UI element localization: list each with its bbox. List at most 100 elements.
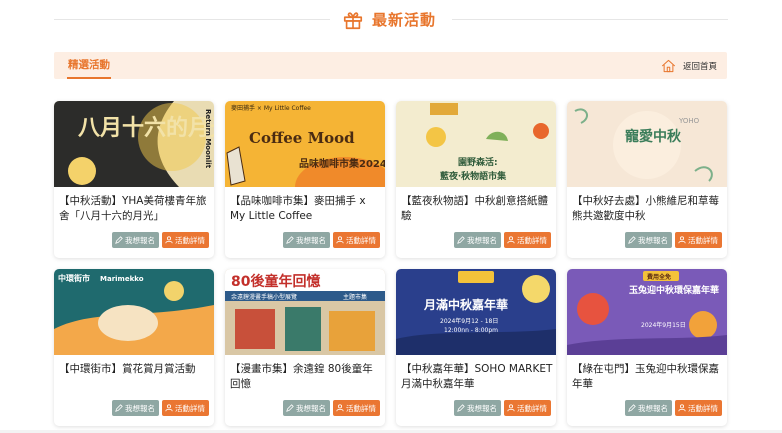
edit-icon: [115, 236, 123, 244]
user-icon: [165, 404, 173, 412]
details-button[interactable]: 活動詳情: [504, 232, 551, 248]
event-image: 園野森活: 藍夜‧秋物語市集: [396, 101, 556, 187]
details-button[interactable]: 活動詳情: [162, 400, 209, 416]
details-button-label: 活動詳情: [175, 235, 205, 245]
user-icon: [678, 404, 686, 412]
user-icon: [336, 404, 344, 412]
event-image-badge: 費用全免: [647, 273, 671, 281]
event-image: 月滿中秋嘉年華 2024年9月12 - 18日 12:00nn - 8:00pm: [396, 269, 556, 355]
event-title[interactable]: 【中秋好去處】小熊維尼和草莓熊共邀歡度中秋: [572, 194, 724, 224]
event-image-title: 八月十六的月光: [78, 115, 214, 141]
event-card[interactable]: 費用全免 玉兔迎中秋環保嘉年華 2024年9月15日 【綠在屯門】玉兔迎中秋環保…: [567, 269, 727, 426]
home-icon: [661, 59, 676, 72]
details-button-label: 活動詳情: [175, 403, 205, 413]
details-button[interactable]: 活動詳情: [162, 232, 209, 248]
event-title[interactable]: 【中秋嘉年華】SOHO MARKET月滿中秋嘉年華: [401, 362, 553, 392]
event-title[interactable]: 【藍夜秋物語】中秋創意搭紙體驗: [401, 194, 553, 224]
gift-icon: [343, 12, 363, 30]
edit-icon: [628, 236, 636, 244]
register-button-label: 我想報名: [467, 403, 497, 413]
register-button-label: 我想報名: [296, 235, 326, 245]
event-image-date: 2024年9月12 - 18日: [440, 317, 498, 325]
event-image-title: 月滿中秋嘉年華: [423, 297, 508, 312]
register-button[interactable]: 我想報名: [283, 232, 330, 248]
register-button[interactable]: 我想報名: [454, 232, 501, 248]
event-image-title: 80後童年回憶: [231, 273, 320, 290]
details-button-label: 活動詳情: [346, 403, 376, 413]
register-button-label: 我想報名: [296, 403, 326, 413]
register-button[interactable]: 我想報名: [454, 400, 501, 416]
event-card[interactable]: 八月十六的月光 Return Moonlit 【中秋活動】YHA美荷樓青年旅舍「…: [54, 101, 214, 258]
event-image-subtitle: 麥田捕手 × My Little Coffee: [231, 104, 311, 112]
event-image-subtitle: 藍夜‧秋物語市集: [440, 170, 507, 182]
event-image: 費用全免 玉兔迎中秋環保嘉年華 2024年9月15日: [567, 269, 727, 355]
event-card[interactable]: 寵愛中秋 YOHO 【中秋好去處】小熊維尼和草莓熊共邀歡度中秋 我想報名 活動詳…: [567, 101, 727, 258]
event-image-subtitle: Return Moonlit: [204, 109, 212, 169]
event-card[interactable]: 中環街市 Marimekko 【中環街市】賞花賞月賞活動 我想報名 活動詳情: [54, 269, 214, 426]
details-button-label: 活動詳情: [688, 403, 718, 413]
event-image-brand: YOHO: [678, 117, 700, 125]
event-title[interactable]: 【品味咖啡市集】麥田捕手 x My Little Coffee: [230, 194, 382, 224]
back-home-link[interactable]: 返回首頁: [661, 52, 717, 79]
event-image-title: 中環街市: [58, 273, 90, 283]
event-card[interactable]: 園野森活: 藍夜‧秋物語市集 【藍夜秋物語】中秋創意搭紙體驗 我想報名 活動詳情: [396, 101, 556, 258]
register-button-label: 我想報名: [467, 235, 497, 245]
event-card[interactable]: 80後童年回憶 余遠鍠漫畫手稿小型展覽 主題市集 【漫畫市集】余遠鍠 80後童年…: [225, 269, 385, 426]
register-button[interactable]: 我想報名: [625, 232, 672, 248]
details-button-label: 活動詳情: [517, 235, 547, 245]
event-title[interactable]: 【中環街市】賞花賞月賞活動: [59, 362, 211, 377]
user-icon: [336, 236, 344, 244]
event-image-tag: 主題市集: [343, 293, 367, 301]
details-button[interactable]: 活動詳情: [333, 400, 380, 416]
event-image-date: 2024年9月15日: [641, 321, 686, 329]
register-button-label: 我想報名: [125, 235, 155, 245]
details-button[interactable]: 活動詳情: [675, 232, 722, 248]
event-image-title: 玉兔迎中秋環保嘉年華: [629, 284, 719, 296]
event-image: 80後童年回憶 余遠鍠漫畫手稿小型展覽 主題市集: [225, 269, 385, 355]
page-header: 最新活動: [0, 0, 782, 40]
user-icon: [507, 236, 515, 244]
edit-icon: [457, 404, 465, 412]
event-image-brand: Coffee Mood: [249, 129, 355, 147]
event-title[interactable]: 【中秋活動】YHA美荷樓青年旅舍「八月十六的月光」: [59, 194, 211, 224]
divider-right: [452, 19, 728, 20]
event-image: 八月十六的月光 Return Moonlit: [54, 101, 214, 187]
edit-icon: [286, 236, 294, 244]
event-image: 寵愛中秋 YOHO: [567, 101, 727, 187]
register-button[interactable]: 我想報名: [112, 400, 159, 416]
details-button-label: 活動詳情: [688, 235, 718, 245]
event-image-brand: Marimekko: [100, 275, 144, 283]
event-title[interactable]: 【漫畫市集】余遠鍠 80後童年回憶: [230, 362, 382, 392]
event-image-title: 寵愛中秋: [625, 128, 682, 145]
details-button[interactable]: 活動詳情: [504, 400, 551, 416]
register-button-label: 我想報名: [125, 403, 155, 413]
edit-icon: [286, 404, 294, 412]
event-image-subtitle: 余遠鍠漫畫手稿小型展覽: [231, 293, 297, 301]
event-title[interactable]: 【綠在屯門】玉兔迎中秋環保嘉年華: [572, 362, 724, 392]
tab-featured-events[interactable]: 精選活動: [67, 52, 111, 79]
details-button-label: 活動詳情: [517, 403, 547, 413]
register-button-label: 我想報名: [638, 403, 668, 413]
back-home-label: 返回首頁: [682, 61, 717, 72]
user-icon: [165, 236, 173, 244]
event-image-time: 12:00nn - 8:00pm: [444, 327, 498, 334]
register-button-label: 我想報名: [638, 235, 668, 245]
divider-left: [54, 19, 330, 20]
event-image: 麥田捕手 × My Little Coffee Coffee Mood 品味咖啡…: [225, 101, 385, 187]
event-card[interactable]: 麥田捕手 × My Little Coffee Coffee Mood 品味咖啡…: [225, 101, 385, 258]
user-icon: [507, 404, 515, 412]
event-card[interactable]: 月滿中秋嘉年華 2024年9月12 - 18日 12:00nn - 8:00pm…: [396, 269, 556, 426]
register-button[interactable]: 我想報名: [625, 400, 672, 416]
event-image: 中環街市 Marimekko: [54, 269, 214, 355]
register-button[interactable]: 我想報名: [283, 400, 330, 416]
register-button[interactable]: 我想報名: [112, 232, 159, 248]
edit-icon: [115, 404, 123, 412]
edit-icon: [457, 236, 465, 244]
user-icon: [678, 236, 686, 244]
event-image-title: 園野森活:: [458, 156, 498, 168]
details-button[interactable]: 活動詳情: [333, 232, 380, 248]
event-image-title: 品味咖啡市集2024: [299, 157, 385, 170]
page-title: 最新活動: [372, 11, 437, 29]
details-button[interactable]: 活動詳情: [675, 400, 722, 416]
edit-icon: [628, 404, 636, 412]
